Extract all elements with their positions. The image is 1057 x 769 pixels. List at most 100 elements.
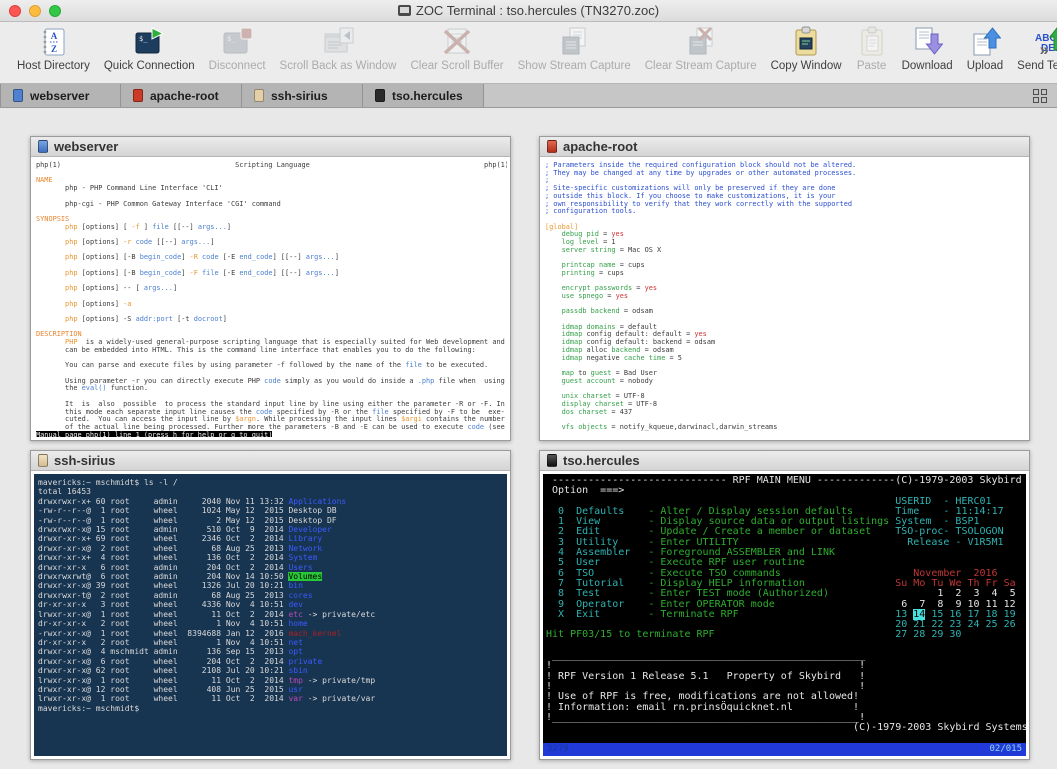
toolbar-button-label: Copy Window — [771, 60, 842, 72]
upload-icon — [969, 25, 1001, 59]
terminal-line: drwxr-xr-x@ 4 mschmidt admin 136 Sep 15 … — [38, 647, 507, 656]
tile-windows-icon[interactable] — [1033, 89, 1047, 103]
tab-label: ssh-sirius — [271, 89, 328, 103]
toolbar-button-label: Paste — [857, 60, 886, 72]
toolbar-host-directory-button[interactable]: AZHost Directory — [17, 25, 90, 72]
terminal-line: lrwxr-xr-x@ 1 root wheel 11 Oct 2 2014 e… — [38, 610, 507, 619]
terminal-line: dr-xr-xr-x 3 root wheel 4336 Nov 4 10:51… — [38, 600, 507, 609]
tab-session-icon — [375, 89, 385, 102]
window-title-label: apache-root — [563, 139, 637, 154]
terminal-type-label: 3279 — [547, 743, 569, 756]
window-titlebar-apache-root[interactable]: apache-root — [540, 137, 1029, 157]
toolbar-send-textfile-button[interactable]: ABCDEFSend Textfile — [1017, 25, 1057, 72]
terminal-line: php(1) Scripting Language php(1) — [36, 162, 505, 170]
host-directory-icon: AZ — [37, 25, 69, 59]
terminal-line: php-cgi - PHP Common Gateway Interface '… — [36, 201, 505, 209]
terminal-line — [36, 170, 505, 178]
traffic-lights — [9, 5, 61, 17]
session-icon-webserver — [38, 140, 48, 153]
terminal-line: mavericks:~ mschmidt$ ls -l / — [38, 478, 507, 487]
terminal-line: php [options] -a — [36, 301, 505, 309]
terminal-line: can be embedded into HTML. This is the c… — [36, 347, 505, 355]
session-tabbar: webserver apache-root ssh-sirius tso.hercul… — [0, 84, 1057, 108]
window-titlebar-webserver[interactable]: webserver — [31, 137, 510, 157]
terminal-line: lrwxr-xr-x@ 1 root wheel 11 Oct 2 2014 v… — [38, 694, 507, 703]
minimize-button[interactable] — [29, 5, 41, 17]
tab-session-icon — [13, 89, 23, 102]
terminal-line: vfs objects = notify_kqueue,darwinacl,da… — [545, 424, 1024, 432]
terminal-line: php [options] -S addr:port [-t docroot] — [36, 316, 505, 324]
terminal-line: drwxr-xr-x@ 39 root wheel 1326 Jul 20 10… — [38, 581, 507, 590]
terminal-line: lrwxr-xr-x@ 1 root wheel 11 Oct 2 2014 t… — [38, 676, 507, 685]
terminal-line: php [options] [ -f ] file [[--] args...] — [36, 224, 505, 232]
clear-stream-capture-icon — [685, 25, 717, 59]
svg-text:$_: $_ — [227, 35, 236, 43]
terminal-line: guest account = nobody — [545, 378, 1024, 386]
window-titlebar-tso-hercules[interactable]: tso.hercules — [540, 451, 1029, 471]
terminal-line: drwxrwxr-x@ 15 root admin 510 Oct 9 2014… — [38, 525, 507, 534]
toolbar-quick-connection-button[interactable]: $_Quick Connection — [104, 25, 195, 72]
clear-scroll-buffer-icon — [441, 25, 473, 59]
toolbar-upload-button[interactable]: Upload — [967, 25, 1003, 72]
terminal-line: server string = Mac OS X — [545, 247, 1024, 255]
terminal-line — [36, 208, 505, 216]
download-icon — [911, 25, 943, 59]
window-title-label: ssh-sirius — [54, 453, 115, 468]
macos-titlebar: ZOC Terminal : tso.hercules (TN3270.zoc) — [0, 0, 1057, 22]
terminal-line: php [options] [-B begin_code] -R code [-… — [36, 254, 505, 262]
terminal-line: -rwxr-xr-x@ 1 root wheel 8394688 Jan 12 … — [38, 629, 507, 638]
terminal-icon — [398, 5, 411, 16]
terminal-screen-tso-hercules[interactable]: ----------------------------- RPF MAIN M… — [543, 474, 1026, 743]
toolbar-copy-window-button[interactable]: Copy Window — [771, 25, 842, 72]
zoom-button[interactable] — [49, 5, 61, 17]
session-icon-tso-hercules — [547, 454, 557, 467]
tab-ssh-sirius[interactable]: ssh-sirius — [242, 84, 363, 107]
quick-connection-icon: $_ — [133, 25, 165, 59]
tab-session-icon — [133, 89, 143, 102]
terminal-screen-webserver[interactable]: php(1) Scripting Language php(1) NAME ph… — [34, 160, 507, 437]
toolbar-button-label: Scroll Back as Window — [280, 60, 397, 72]
tab-webserver[interactable]: webserver — [0, 84, 121, 107]
terminal-line: dos charset = 437 — [545, 409, 1024, 417]
toolbar-disconnect-button[interactable]: $_Disconnect — [209, 25, 266, 72]
terminal-line: idmap negative cache time = 5 — [545, 355, 1024, 363]
terminal-line: -rw-r--r--@ 1 root wheel 2 May 12 2015 D… — [38, 516, 507, 525]
toolbar-button-label: Upload — [967, 60, 1003, 72]
toolbar-scrollback-window-button[interactable]: Scroll Back as Window — [280, 25, 397, 72]
toolbar-download-button[interactable]: Download — [902, 25, 953, 72]
window-title-label: tso.hercules — [563, 453, 640, 468]
toolbar-button-label: Send Textfile — [1017, 60, 1057, 72]
tab-tso.hercules[interactable]: tso.hercules — [363, 84, 484, 107]
tab-label: tso.hercules — [392, 89, 463, 103]
close-button[interactable] — [9, 5, 21, 17]
window-title: ZOC Terminal : tso.hercules (TN3270.zoc) — [0, 3, 1057, 18]
terminal-line: php [options] [-B begin_code] -F file [-… — [36, 270, 505, 278]
tab-label: apache-root — [150, 89, 219, 103]
terminal-line: drwxr-xr-x 6 root admin 204 Oct 2 2014 U… — [38, 563, 507, 572]
tab-label: webserver — [30, 89, 89, 103]
terminal-line: drwxrwxr-t@ 2 root admin 68 Aug 25 2013 … — [38, 591, 507, 600]
toolbar-show-stream-capture-button[interactable]: Show Stream Capture — [518, 25, 631, 72]
toolbar-clear-scroll-buffer-button[interactable]: Clear Scroll Buffer — [411, 25, 504, 72]
terminal-line: drwxr-xr-x@ 2 root wheel 68 Aug 25 2013 … — [38, 544, 507, 553]
toolbar-clear-stream-capture-button[interactable]: Clear Stream Capture — [645, 25, 757, 72]
window-titlebar-ssh-sirius[interactable]: ssh-sirius — [31, 451, 510, 471]
terminal-line: use spnego = yes — [545, 293, 1024, 301]
terminal-screen-ssh-sirius[interactable]: mavericks:~ mschmidt$ ls -l /total 16453… — [34, 474, 507, 756]
terminal-line: debug pid = yes — [545, 231, 1024, 239]
terminal-line: php [options] -- [ args...] — [36, 285, 505, 293]
session-icon-apache-root — [547, 140, 557, 153]
terminal-line: You can parse and execute files by using… — [36, 362, 505, 370]
tab-apache-root[interactable]: apache-root — [121, 84, 242, 107]
paste-icon — [856, 25, 888, 59]
terminal-line: the eval() function. — [36, 385, 505, 393]
terminal-line: printing = cups — [545, 270, 1024, 278]
terminal-line: dr-xr-xr-x 2 root wheel 1 Nov 4 10:51 ne… — [38, 638, 507, 647]
toolbar-paste-button[interactable]: Paste — [856, 25, 888, 72]
terminal-line: drwxr-xr-x+ 4 root wheel 136 Oct 2 2014 … — [38, 553, 507, 562]
terminal-screen-apache-root[interactable]: ; Parameters inside the required configu… — [543, 160, 1026, 437]
scrollback-window-icon — [322, 25, 354, 59]
svg-text:$_: $_ — [139, 35, 148, 43]
toolbar-overflow-chevron-icon[interactable]: » — [1040, 40, 1049, 60]
terminal-line: Manual page php(1) line 1 (press h for h… — [36, 432, 505, 437]
